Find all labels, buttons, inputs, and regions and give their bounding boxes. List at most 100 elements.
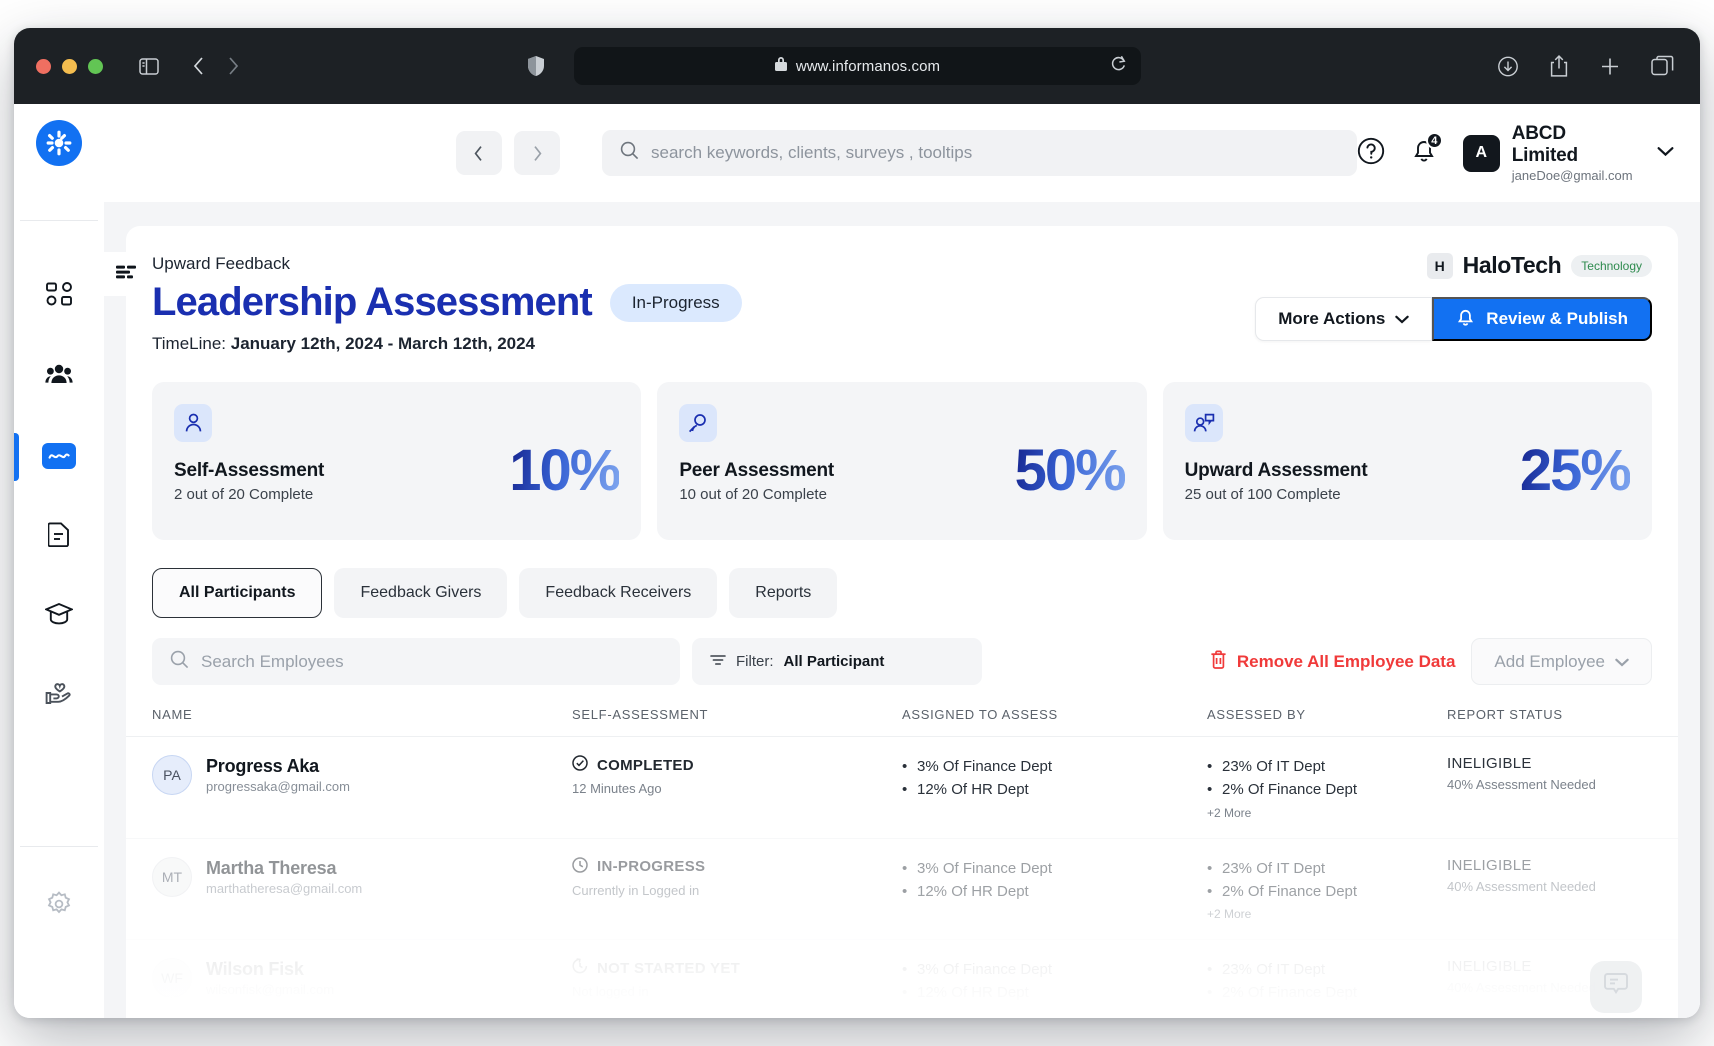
employee-search[interactable] — [152, 638, 680, 685]
gear-icon — [46, 904, 72, 921]
brand-tag: Technology — [1571, 255, 1652, 277]
participant-name: Wilson Fisk — [206, 959, 334, 980]
tab-feedback-givers[interactable]: Feedback Givers — [334, 568, 507, 618]
stat-card-upward-assessment: Upward Assessment 25 out of 100 Complete… — [1163, 382, 1652, 540]
timeline-label: TimeLine: — [152, 334, 226, 353]
tab-feedback-receivers[interactable]: Feedback Receivers — [519, 568, 717, 618]
search-input[interactable] — [651, 143, 1339, 163]
search-icon — [620, 141, 639, 165]
rail-divider-bottom — [20, 846, 98, 847]
more-actions-button[interactable]: More Actions — [1255, 297, 1432, 341]
list-item: 2% Of Finance Dept — [1207, 981, 1447, 1004]
sidebar-item-analytics[interactable] — [14, 439, 104, 473]
page-nav-arrows — [456, 131, 560, 175]
table-toolbar: Filter: All Participant — [152, 638, 1652, 685]
assessed-more-link[interactable]: +2 More — [1207, 806, 1447, 820]
chat-support-button[interactable] — [1590, 961, 1642, 1013]
list-item: 2% Of Finance Dept — [1207, 880, 1447, 903]
stat-card-self-assessment: Self-Assessment 2 out of 20 Complete 10% — [152, 382, 641, 540]
minimize-window-button[interactable] — [62, 59, 77, 74]
sidebar-item-engagement[interactable] — [14, 679, 104, 713]
tab-reports[interactable]: Reports — [729, 568, 837, 618]
assessed-by-cell: 23% Of IT Dept 2% Of Finance Dept +2 Mor… — [1207, 958, 1447, 1018]
grid-icon — [46, 282, 72, 311]
chat-bubble-icon — [1603, 972, 1629, 1001]
user-menu[interactable]: A ABCD Limited janeDoe@gmail.com — [1463, 123, 1674, 183]
timeline-value: January 12th, 2024 - March 12th, 2024 — [231, 334, 535, 353]
rail-collapse-button[interactable] — [104, 252, 148, 296]
stat-percent: 50% — [1015, 442, 1125, 500]
forward-arrow-icon[interactable] — [227, 56, 239, 76]
participant-name-cell: MT Martha Theresa marthatheresa@gmail.co… — [152, 857, 572, 897]
assessed-more-link[interactable]: +2 More — [1207, 1009, 1447, 1019]
address-bar[interactable]: www.informanos.com — [574, 47, 1141, 85]
review-publish-button[interactable]: Review & Publish — [1432, 297, 1652, 341]
plus-icon[interactable] — [1599, 55, 1621, 77]
brand-name: HaloTech — [1463, 252, 1562, 279]
sidebar-item-documents[interactable] — [14, 519, 104, 553]
tab-all-participants[interactable]: All Participants — [152, 568, 322, 618]
stat-cards: Self-Assessment 2 out of 20 Complete 10% — [152, 382, 1652, 540]
url-text: www.informanos.com — [796, 58, 940, 75]
chevron-down-icon — [1615, 652, 1629, 672]
list-item: 23% Of IT Dept — [1207, 755, 1447, 778]
participant-tabs: All Participants Feedback Givers Feedbac… — [152, 568, 1652, 618]
upward-user-icon — [1185, 404, 1223, 442]
page-back-button[interactable] — [456, 131, 502, 175]
download-icon[interactable] — [1497, 55, 1519, 77]
list-item: 12% Of HR Dept — [902, 778, 1207, 801]
table-row[interactable]: PA Progress Aka progressaka@gmail.com — [126, 736, 1678, 838]
shield-icon[interactable] — [527, 55, 545, 77]
assessed-more-link[interactable]: +2 More — [1207, 907, 1447, 921]
self-assessment-status: NOT STARTED YET — [572, 958, 902, 978]
remove-all-employee-data-button[interactable]: Remove All Employee Data — [1210, 650, 1456, 674]
maximize-window-button[interactable] — [88, 59, 103, 74]
app-logo-icon[interactable] — [36, 120, 82, 166]
list-item: 12% Of HR Dept — [902, 880, 1207, 903]
sidebar-toggle-icon[interactable] — [139, 58, 159, 75]
participant-name-cell: WF Wilson Fisk wilsonfisk@gmail.com — [152, 958, 572, 998]
reload-icon[interactable] — [1110, 54, 1127, 78]
sidebar-item-people[interactable] — [14, 359, 104, 393]
share-icon[interactable] — [1549, 55, 1569, 78]
browser-nav-arrows[interactable] — [193, 56, 239, 76]
close-window-button[interactable] — [36, 59, 51, 74]
assessed-by-cell: 23% Of IT Dept 2% Of Finance Dept +2 Mor… — [1207, 755, 1447, 820]
list-item: 3% Of Finance Dept — [902, 755, 1207, 778]
back-arrow-icon[interactable] — [193, 56, 205, 76]
global-search[interactable] — [602, 130, 1357, 176]
participant-email: wilsonfisk@gmail.com — [206, 982, 334, 997]
browser-titlebar: www.informanos.com — [14, 28, 1700, 104]
user-name: ABCD Limited — [1512, 123, 1637, 167]
browser-window: www.informanos.com — [14, 28, 1700, 1018]
filter-dropdown[interactable]: Filter: All Participant — [692, 638, 982, 685]
employee-search-input[interactable] — [201, 652, 662, 672]
left-navigation-rail — [14, 104, 104, 1018]
window-controls[interactable] — [36, 59, 103, 74]
table-row[interactable]: MT Martha Theresa marthatheresa@gmail.co… — [126, 838, 1678, 940]
chevron-down-icon[interactable] — [1657, 144, 1674, 162]
page-actions: More Actions — [1255, 297, 1652, 341]
sidebar-item-settings[interactable] — [46, 891, 72, 922]
check-circle-icon — [572, 755, 588, 775]
tabs-overview-icon[interactable] — [1651, 55, 1674, 77]
self-assessment-sub: Not logged in — [572, 984, 902, 999]
topbar-right: 4 A ABCD Limited janeDoe@gmail.com — [1357, 123, 1674, 183]
list-item: 23% Of IT Dept — [1207, 857, 1447, 880]
assigned-list: 3% Of Finance Dept 12% Of HR Dept — [902, 755, 1207, 802]
panel-header: Upward Feedback Leadership Assessment In… — [126, 254, 1678, 685]
hand-heart-icon — [45, 682, 73, 711]
report-status-sub: 40% Assessment Needed — [1447, 879, 1652, 894]
help-icon[interactable] — [1357, 137, 1385, 170]
table-row[interactable]: WF Wilson Fisk wilsonfisk@gmail.com — [126, 939, 1678, 1018]
column-header-report-status: REPORT STATUS — [1447, 707, 1652, 722]
assessed-by-cell: 23% Of IT Dept 2% Of Finance Dept +2 Mor… — [1207, 857, 1447, 922]
sidebar-item-dashboard[interactable] — [14, 279, 104, 313]
clock-reset-icon — [572, 958, 588, 978]
add-employee-button[interactable]: Add Employee — [1471, 638, 1652, 685]
sidebar-item-learning[interactable] — [14, 599, 104, 633]
page-forward-button[interactable] — [514, 131, 560, 175]
browser-toolbar-right — [1497, 55, 1674, 78]
document-icon — [48, 521, 70, 552]
notifications-bell-icon[interactable]: 4 — [1411, 137, 1437, 169]
